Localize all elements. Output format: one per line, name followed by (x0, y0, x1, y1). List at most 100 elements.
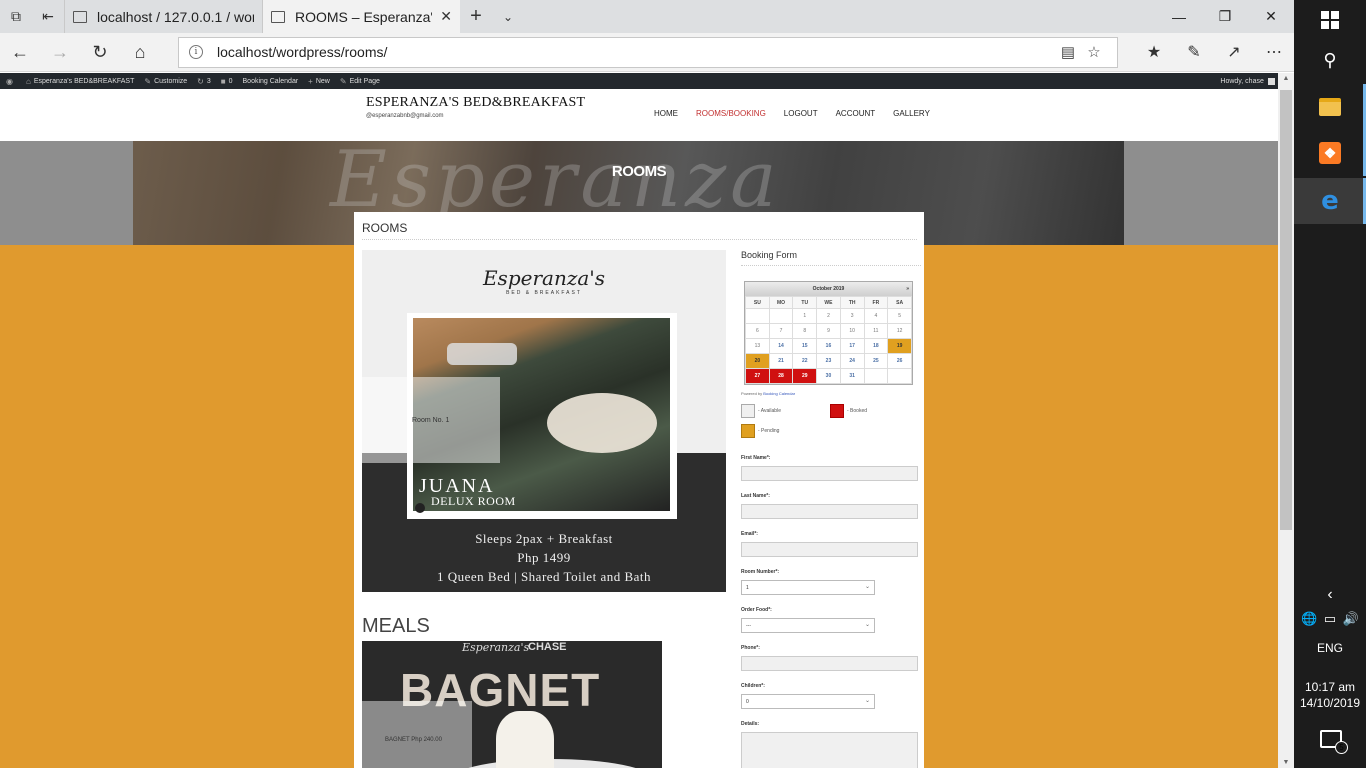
scroll-down-icon[interactable]: ▼ (1278, 759, 1294, 766)
calendar-day[interactable]: 7 (768, 323, 794, 339)
calendar-day[interactable]: 9 (816, 323, 841, 339)
calendar-day[interactable]: 17 (839, 338, 865, 354)
calendar-day[interactable]: 6 (745, 323, 770, 339)
back-button[interactable]: ← (0, 33, 40, 72)
calendar-day[interactable]: 27 (745, 368, 770, 384)
admin-edit-page-link[interactable]: ✎ Edit Page (340, 77, 380, 86)
close-tab-icon[interactable]: ✕ (440, 8, 452, 25)
admin-new-link[interactable]: + New (308, 77, 330, 86)
room-poster-image[interactable]: Esperanza's BED & BREAKFAST Room No. 1 J… (362, 250, 726, 592)
admin-customize-link[interactable]: ✎ Customize (144, 77, 187, 86)
set-aside-tabs-icon[interactable]: ⇤ (32, 0, 64, 33)
calendar-day[interactable]: 1 (792, 308, 818, 324)
tab-phpmyadmin[interactable]: localhost / 127.0.0.1 / wordp (64, 0, 262, 33)
next-month-button[interactable]: » (906, 282, 909, 296)
reading-view-icon[interactable]: ▤ (1055, 43, 1081, 61)
calendar-day[interactable]: 13 (745, 338, 770, 354)
first-name-label: First Name*: (741, 455, 771, 461)
phone-input[interactable] (741, 656, 918, 671)
first-name-input[interactable] (741, 466, 918, 481)
menu-item-gallery[interactable]: GALLERY (893, 109, 930, 118)
menu-item-home[interactable]: HOME (654, 109, 678, 118)
last-name-input[interactable] (741, 504, 918, 519)
calendar-day[interactable]: 21 (768, 353, 794, 369)
site-info-icon[interactable]: i (189, 45, 203, 59)
site-title[interactable]: ESPERANZA'S BED&BREAKFAST (366, 95, 585, 111)
calendar-day[interactable]: 12 (887, 323, 912, 339)
calendar-day[interactable]: 4 (863, 308, 889, 324)
calendar-day[interactable]: 16 (816, 338, 841, 354)
network-icon[interactable]: 🌐 (1301, 611, 1317, 627)
menu-item-account[interactable]: ACCOUNT (836, 109, 876, 118)
more-menu-icon[interactable]: ⋯ (1254, 42, 1294, 62)
language-indicator[interactable]: ENG (1294, 641, 1366, 655)
children-select[interactable]: 0 ⌄ (741, 694, 875, 709)
close-window-button[interactable]: ✕ (1248, 0, 1294, 33)
admin-site-link[interactable]: ⌂ Esperanza's BED&BREAKFAST (26, 77, 134, 86)
calendar-day[interactable]: 8 (792, 323, 818, 339)
address-bar[interactable]: i localhost/wordpress/rooms/ ▤ ☆ (178, 36, 1118, 68)
calendar-day[interactable]: 11 (863, 323, 889, 339)
calendar-day[interactable]: 24 (839, 353, 865, 369)
volume-icon[interactable]: 🔊 (1343, 611, 1359, 627)
page-scrollbar[interactable]: ▲ ▼ (1278, 73, 1294, 768)
share-icon[interactable]: ↗ (1214, 42, 1254, 62)
tab-list-chevron-icon[interactable]: ⌄ (492, 0, 524, 33)
calendar-day[interactable]: 25 (863, 353, 889, 369)
calendar-day[interactable]: 14 (768, 338, 794, 354)
home-button[interactable]: ⌂ (120, 33, 160, 72)
restore-button[interactable]: ❐ (1202, 0, 1248, 33)
pen-notes-icon[interactable]: ✎ (1174, 42, 1214, 62)
url-text[interactable]: localhost/wordpress/rooms/ (217, 44, 1055, 60)
calendar-day[interactable]: 19 (887, 338, 912, 354)
refresh-button[interactable]: ↻ (80, 33, 120, 72)
minimize-button[interactable]: — (1156, 0, 1202, 33)
calendar-day[interactable]: 30 (816, 368, 841, 384)
admin-booking-calendar-link[interactable]: Booking Calendar (243, 78, 299, 85)
tab-rooms[interactable]: ROOMS – Esperanza's B ✕ (262, 0, 460, 33)
tab-preview-icon[interactable]: ⧉ (0, 0, 32, 33)
calendar-day[interactable]: 26 (887, 353, 912, 369)
battery-icon[interactable]: ▭ (1324, 611, 1336, 627)
calendar-day[interactable]: 23 (816, 353, 841, 369)
file-explorer-button[interactable] (1294, 84, 1366, 130)
menu-item-rooms-booking[interactable]: ROOMS/BOOKING (696, 109, 766, 118)
calendar-day[interactable]: 3 (839, 308, 865, 324)
calendar-day[interactable]: 31 (839, 368, 865, 384)
room-number-select[interactable]: 1 ⌄ (741, 580, 875, 595)
calendar-day[interactable]: 29 (792, 368, 818, 384)
calendar-day[interactable]: 15 (792, 338, 818, 354)
forward-button[interactable]: → (40, 33, 80, 72)
scrollbar-thumb[interactable] (1280, 90, 1292, 530)
show-hidden-icons[interactable]: ‹ (1294, 586, 1366, 604)
edge-button[interactable]: e (1294, 178, 1366, 224)
calendar-day[interactable]: 28 (768, 368, 794, 384)
calendar-day[interactable]: 22 (792, 353, 818, 369)
avatar[interactable] (1267, 77, 1275, 85)
scroll-up-icon[interactable]: ▲ (1278, 75, 1294, 82)
booking-calendar-link[interactable]: Booking Calendar (763, 391, 795, 396)
calendar-day[interactable]: 10 (839, 323, 865, 339)
calendar-day[interactable]: 2 (816, 308, 841, 324)
start-button[interactable] (1294, 0, 1366, 40)
new-tab-button[interactable]: + (460, 0, 492, 33)
admin-updates-link[interactable]: ↻ 3 (197, 77, 211, 86)
admin-comments-link[interactable]: ■ 0 (221, 77, 233, 86)
email-input[interactable] (741, 542, 918, 557)
action-center-icon[interactable]: 5 (1320, 730, 1348, 754)
menu-item-logout[interactable]: LOGOUT (784, 109, 818, 118)
clock[interactable]: 10:17 am 14/10/2019 (1294, 679, 1366, 711)
details-textarea[interactable] (741, 732, 918, 768)
calendar-day[interactable]: 5 (887, 308, 912, 324)
wordpress-logo-icon[interactable]: ◉ (6, 77, 16, 86)
xampp-button[interactable]: ❖ (1294, 130, 1366, 176)
meal-poster-image[interactable]: Esperanza's CHASE BAGNET BAGNET Php 240.… (362, 641, 662, 768)
search-icon[interactable]: ⚲ (1294, 40, 1366, 80)
calendar-day[interactable]: 18 (863, 338, 889, 354)
order-food-select[interactable]: --- ⌄ (741, 618, 875, 633)
admin-greeting[interactable]: Howdy, chase (1220, 78, 1263, 85)
favorite-star-icon[interactable]: ☆ (1081, 43, 1107, 61)
legend-pending: - Pending (741, 424, 779, 438)
calendar-day[interactable]: 20 (745, 353, 770, 369)
favorites-hub-icon[interactable]: ★ (1134, 42, 1174, 62)
